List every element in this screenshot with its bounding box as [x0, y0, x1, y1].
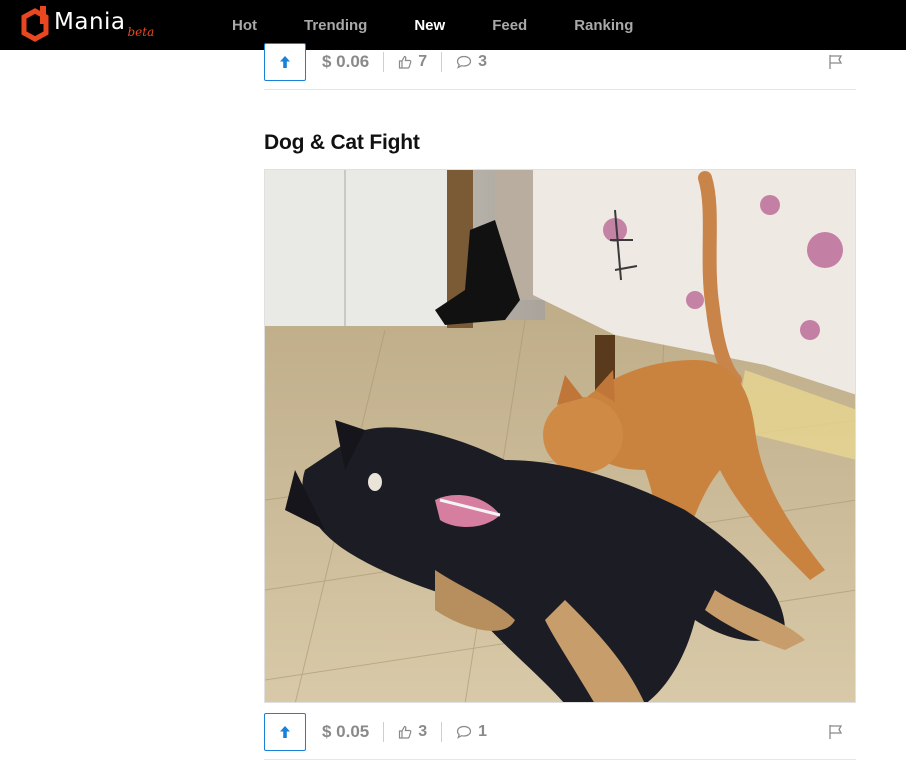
separator [441, 52, 443, 72]
separator [383, 722, 385, 742]
payout-amount[interactable]: $ 0.06 [322, 52, 369, 72]
flag-button[interactable] [828, 54, 844, 75]
brand-logo[interactable]: Mania beta [20, 6, 154, 44]
payout-amount[interactable]: $ 0.05 [322, 722, 369, 742]
flag-icon [829, 55, 843, 69]
nav-new[interactable]: New [414, 17, 445, 34]
flag-button[interactable] [828, 724, 844, 745]
post-actions-2: $ 0.05 3 1 [264, 712, 856, 752]
separator [441, 722, 443, 742]
comments-value: 1 [478, 723, 488, 740]
brand-name: Mania [54, 9, 126, 35]
nav-trending[interactable]: Trending [304, 17, 367, 34]
post-actions-1: $ 0.06 7 3 [264, 42, 856, 82]
brand-tag: beta [127, 25, 155, 39]
nav-feed[interactable]: Feed [492, 17, 527, 34]
thumbs-up-icon [399, 55, 412, 69]
post-divider [264, 89, 856, 90]
separator [383, 52, 385, 72]
nav-ranking[interactable]: Ranking [574, 17, 633, 34]
likes-count[interactable]: 7 [398, 53, 427, 71]
comments-count[interactable]: 3 [456, 53, 487, 71]
post-title[interactable]: Dog & Cat Fight [264, 131, 420, 155]
likes-value: 3 [418, 723, 428, 740]
post-image[interactable] [264, 169, 856, 703]
arrow-up-icon [280, 56, 290, 68]
comments-count[interactable]: 1 [456, 723, 487, 741]
arrow-up-icon [280, 726, 290, 738]
logo-mark-icon [21, 6, 49, 42]
dog-and-cat-photo [265, 170, 855, 702]
comments-value: 3 [478, 53, 488, 70]
comment-icon [457, 725, 472, 739]
thumbs-up-icon [399, 725, 412, 739]
flag-icon [829, 725, 843, 739]
nav-hot[interactable]: Hot [232, 17, 257, 34]
likes-count[interactable]: 3 [398, 723, 427, 741]
post-divider [264, 759, 856, 760]
likes-value: 7 [418, 53, 428, 70]
upvote-button[interactable] [264, 43, 306, 81]
comment-icon [457, 55, 472, 69]
upvote-button[interactable] [264, 713, 306, 751]
